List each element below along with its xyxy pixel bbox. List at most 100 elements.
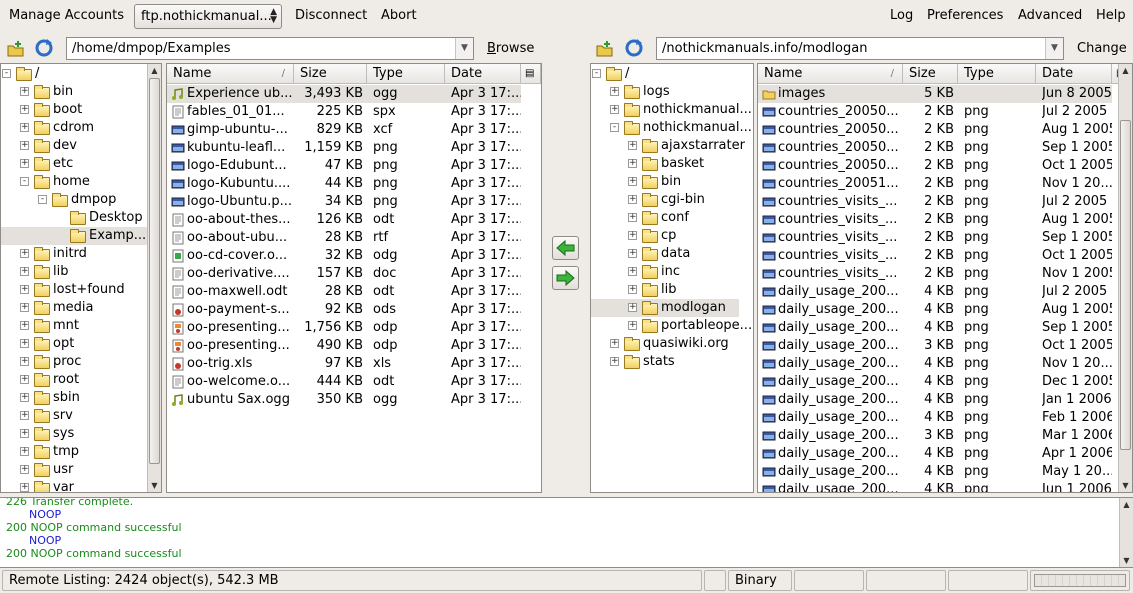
tree-item[interactable]: + mnt: [1, 317, 147, 335]
expander-icon[interactable]: +: [628, 321, 637, 330]
file-row[interactable]: daily_usage_200... 4 KB png Sep 1 2005: [758, 319, 1112, 337]
tree-item[interactable]: + quasiwiki.org: [591, 335, 739, 353]
column-header-name[interactable]: Name /: [758, 64, 903, 84]
file-row[interactable]: daily_usage_200... 3 KB png Mar 1 2006: [758, 427, 1112, 445]
file-row[interactable]: daily_usage_200... 3 KB png Oct 1 2005: [758, 337, 1112, 355]
expander-icon[interactable]: +: [628, 213, 637, 222]
change-button[interactable]: Change: [1077, 41, 1127, 56]
tree-item[interactable]: + initrd: [1, 245, 147, 263]
expander-icon[interactable]: +: [628, 195, 637, 204]
file-row[interactable]: oo-payment-s... 92 KB ods Apr 3 17:...: [167, 301, 521, 319]
column-header-type[interactable]: Type: [958, 64, 1036, 84]
file-row[interactable]: countries_visits_... 2 KB png Jul 2 2005: [758, 193, 1112, 211]
file-row[interactable]: oo-presenting... 490 KB odp Apr 3 17:...: [167, 337, 521, 355]
scroll-up-icon[interactable]: ▲: [148, 64, 161, 77]
file-row[interactable]: daily_usage_200... 4 KB png Aug 1 2005: [758, 301, 1112, 319]
expander-icon[interactable]: +: [20, 411, 29, 420]
file-row[interactable]: oo-trig.xls 97 KB xls Apr 3 17:...: [167, 355, 521, 373]
tree-item[interactable]: + data: [591, 245, 739, 263]
scroll-up-icon[interactable]: ▲: [1119, 64, 1132, 77]
expander-icon[interactable]: +: [20, 339, 29, 348]
abort-button[interactable]: Abort: [381, 8, 417, 23]
tree-item[interactable]: + srv: [1, 407, 147, 425]
vertical-scrollbar[interactable]: ▲ ▼: [147, 64, 161, 492]
file-row[interactable]: daily_usage_200... 4 KB png Nov 1 20...: [758, 355, 1112, 373]
expander-icon[interactable]: +: [628, 159, 637, 168]
tree-item[interactable]: + dev: [1, 137, 147, 155]
tree-item[interactable]: + cdrom: [1, 119, 147, 137]
tree-item[interactable]: + bin: [1, 83, 147, 101]
disconnect-button[interactable]: Disconnect: [295, 8, 367, 23]
vertical-scrollbar[interactable]: ▲ ▼: [1118, 64, 1132, 492]
file-row[interactable]: countries_20050... 2 KB png Jul 2 2005: [758, 103, 1112, 121]
column-header-size[interactable]: Size: [903, 64, 958, 84]
new-folder-icon[interactable]: [594, 38, 616, 60]
tree-item[interactable]: - dmpop: [1, 191, 147, 209]
file-row[interactable]: countries_20051... 2 KB png Nov 1 20...: [758, 175, 1112, 193]
manage-accounts-button[interactable]: Manage Accounts: [9, 8, 124, 23]
file-row[interactable]: images 5 KB Jun 8 2005: [758, 85, 1112, 103]
expander-icon[interactable]: +: [628, 141, 637, 150]
log-menu[interactable]: Log: [890, 8, 913, 23]
expander-icon[interactable]: +: [628, 267, 637, 276]
expander-icon[interactable]: +: [20, 87, 29, 96]
help-menu[interactable]: Help: [1096, 8, 1126, 23]
file-row[interactable]: logo-Ubuntu.p... 34 KB png Apr 3 17:...: [167, 193, 521, 211]
tree-item[interactable]: + inc: [591, 263, 739, 281]
tree-item[interactable]: + stats: [591, 353, 739, 371]
column-header-date[interactable]: Date: [445, 64, 521, 84]
expander-icon[interactable]: +: [628, 177, 637, 186]
expander-icon[interactable]: +: [20, 465, 29, 474]
file-row[interactable]: countries_visits_... 2 KB png Oct 1 2005: [758, 247, 1112, 265]
column-chooser-icon[interactable]: ▤: [521, 64, 541, 84]
remote-path-input[interactable]: /nothickmanuals.info/modlogan ▼: [656, 37, 1064, 60]
tree-item[interactable]: + sys: [1, 425, 147, 443]
file-row[interactable]: countries_20050... 2 KB png Oct 1 2005: [758, 157, 1112, 175]
file-row[interactable]: kubuntu-leafl... 1,159 KB png Apr 3 17:...: [167, 139, 521, 157]
tree-item[interactable]: - nothickmanual...: [591, 119, 752, 137]
file-row[interactable]: countries_visits_... 2 KB png Aug 1 2005: [758, 211, 1112, 229]
local-path-input[interactable]: /home/dmpop/Examples ▼: [66, 37, 474, 60]
expander-icon[interactable]: +: [20, 105, 29, 114]
file-row[interactable]: countries_visits_... 2 KB png Nov 1 2005: [758, 265, 1112, 283]
file-row[interactable]: countries_visits_... 2 KB png Sep 1 2005: [758, 229, 1112, 247]
browse-button[interactable]: Browse: [487, 41, 534, 56]
file-row[interactable]: daily_usage_200... 4 KB png Dec 1 2005: [758, 373, 1112, 391]
tree-item[interactable]: + cgi-bin: [591, 191, 739, 209]
tree-item[interactable]: + nothickmanual...: [591, 101, 752, 119]
expander-icon[interactable]: +: [610, 357, 619, 366]
tree-item[interactable]: + sbin: [1, 389, 147, 407]
expander-icon[interactable]: +: [610, 87, 619, 96]
expander-icon[interactable]: +: [20, 267, 29, 276]
tree-item[interactable]: + media: [1, 299, 147, 317]
file-row[interactable]: logo-Kubuntu.... 44 KB png Apr 3 17:...: [167, 175, 521, 193]
tree-item[interactable]: - /: [591, 65, 739, 83]
tree-item[interactable]: + logs: [591, 83, 739, 101]
expander-icon[interactable]: +: [628, 303, 637, 312]
expander-icon[interactable]: +: [610, 105, 619, 114]
column-header-date[interactable]: Date: [1036, 64, 1112, 84]
expander-icon[interactable]: +: [20, 483, 29, 492]
file-row[interactable]: oo-about-ubu... 28 KB rtf Apr 3 17:...: [167, 229, 521, 247]
chevron-down-icon[interactable]: ▼: [455, 38, 473, 59]
scrollbar-thumb[interactable]: [1120, 120, 1131, 450]
file-row[interactable]: daily_usage_200... 4 KB png May 1 20...: [758, 463, 1112, 481]
file-row[interactable]: oo-maxwell.odt 28 KB odt Apr 3 17:...: [167, 283, 521, 301]
download-button[interactable]: [552, 236, 579, 260]
file-row[interactable]: oo-presenting... 1,756 KB odp Apr 3 17:...: [167, 319, 521, 337]
expander-icon[interactable]: +: [20, 321, 29, 330]
file-row[interactable]: Experience ub... 3,493 KB ogg Apr 3 17:...: [167, 85, 521, 103]
tree-item[interactable]: Desktop: [1, 209, 147, 227]
file-row[interactable]: daily_usage_200... 4 KB png Apr 1 2006: [758, 445, 1112, 463]
expander-icon[interactable]: +: [20, 447, 29, 456]
file-row[interactable]: daily_usage_200... 4 KB png Jun 1 2006: [758, 481, 1112, 492]
file-row[interactable]: daily_usage_200... 4 KB png Jan 1 2006: [758, 391, 1112, 409]
expander-icon[interactable]: +: [628, 285, 637, 294]
expander-icon[interactable]: +: [20, 357, 29, 366]
expander-icon[interactable]: +: [20, 123, 29, 132]
tree-item[interactable]: + tmp: [1, 443, 147, 461]
log-scrollbar[interactable]: ▲ ▼: [1119, 498, 1133, 567]
expander-icon[interactable]: +: [20, 249, 29, 258]
refresh-icon[interactable]: [623, 37, 645, 59]
tree-item[interactable]: + lost+found: [1, 281, 147, 299]
